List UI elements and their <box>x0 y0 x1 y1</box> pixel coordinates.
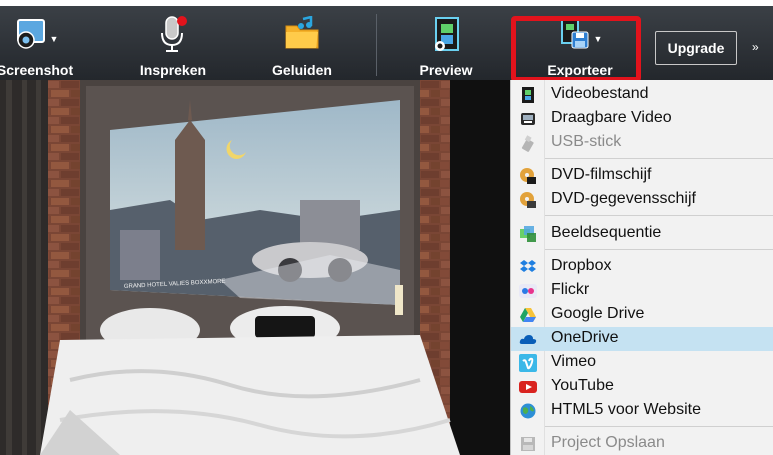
flickr-icon <box>519 282 537 300</box>
more-options-icon[interactable]: » <box>752 40 759 54</box>
menu-item-onedrive[interactable]: OneDrive <box>511 327 773 351</box>
film-icon <box>519 86 537 104</box>
menu-item-draagbare-video[interactable]: Draagbare Video <box>511 107 773 131</box>
menu-item-google-drive[interactable]: Google Drive <box>511 303 773 327</box>
menu-separator <box>545 215 773 216</box>
export-dropdown-menu: Videobestand Draagbare Video USB-stick D… <box>510 80 773 455</box>
youtube-icon <box>519 378 537 396</box>
menu-item-vimeo[interactable]: Vimeo <box>511 351 773 375</box>
geluiden-label: Geluiden <box>272 62 332 78</box>
screenshot-icon <box>12 16 48 53</box>
preview-film-icon <box>431 12 461 56</box>
portable-device-icon <box>519 110 537 128</box>
menu-item-html5-voor-website[interactable]: HTML5 voor Website <box>511 399 773 423</box>
save-project-icon <box>519 435 537 453</box>
vimeo-icon <box>519 354 537 372</box>
chevron-down-icon: ▼ <box>49 34 59 44</box>
inspreken-button[interactable]: Inspreken <box>130 6 216 80</box>
menu-item-usb-stick: USB-stick <box>511 131 773 155</box>
menu-separator <box>545 158 773 159</box>
menu-item-videobestand[interactable]: Videobestand <box>511 83 773 107</box>
menu-item-dropbox[interactable]: Dropbox <box>511 255 773 279</box>
video-preview-image: GRAND HOTEL VALIES BOXXMORE <box>0 80 510 455</box>
dvd-icon <box>519 167 537 185</box>
menu-separator <box>545 249 773 250</box>
geluiden-button[interactable]: Geluiden <box>262 6 342 80</box>
upgrade-button[interactable]: Upgrade <box>655 31 737 65</box>
main-toolbar: ▼ Screenshot Inspreken Geluiden Preview … <box>0 0 773 82</box>
screenshot-label: Screenshot <box>0 62 74 78</box>
dvd-data-icon <box>519 191 537 209</box>
menu-separator <box>545 426 773 427</box>
onedrive-icon <box>519 330 537 348</box>
menu-item-beeldsequentie[interactable]: Beeldsequentie <box>511 222 773 246</box>
inspreken-label: Inspreken <box>139 62 207 78</box>
preview-label: Preview <box>419 62 473 78</box>
google-drive-icon <box>519 306 537 324</box>
toolbar-divider <box>376 14 377 76</box>
menu-item-dvd-gegevensschijf[interactable]: DVD-gegevensschijf <box>511 188 773 212</box>
menu-item-youtube[interactable]: YouTube <box>511 375 773 399</box>
menu-item-flickr[interactable]: Flickr <box>511 279 773 303</box>
dropbox-icon <box>519 258 537 276</box>
screenshot-button[interactable]: ▼ Screenshot <box>0 6 80 80</box>
menu-item-dvd-filmschijf[interactable]: DVD-filmschijf <box>511 164 773 188</box>
preview-button[interactable]: Preview <box>410 6 482 80</box>
image-sequence-icon <box>519 225 537 243</box>
usb-icon <box>519 134 537 152</box>
music-folder-icon <box>283 12 321 56</box>
menu-item-project-opslaan: Project Opslaan <box>511 432 773 455</box>
export-highlight-frame <box>511 16 641 82</box>
globe-icon <box>519 402 537 420</box>
microphone-icon <box>156 12 190 56</box>
